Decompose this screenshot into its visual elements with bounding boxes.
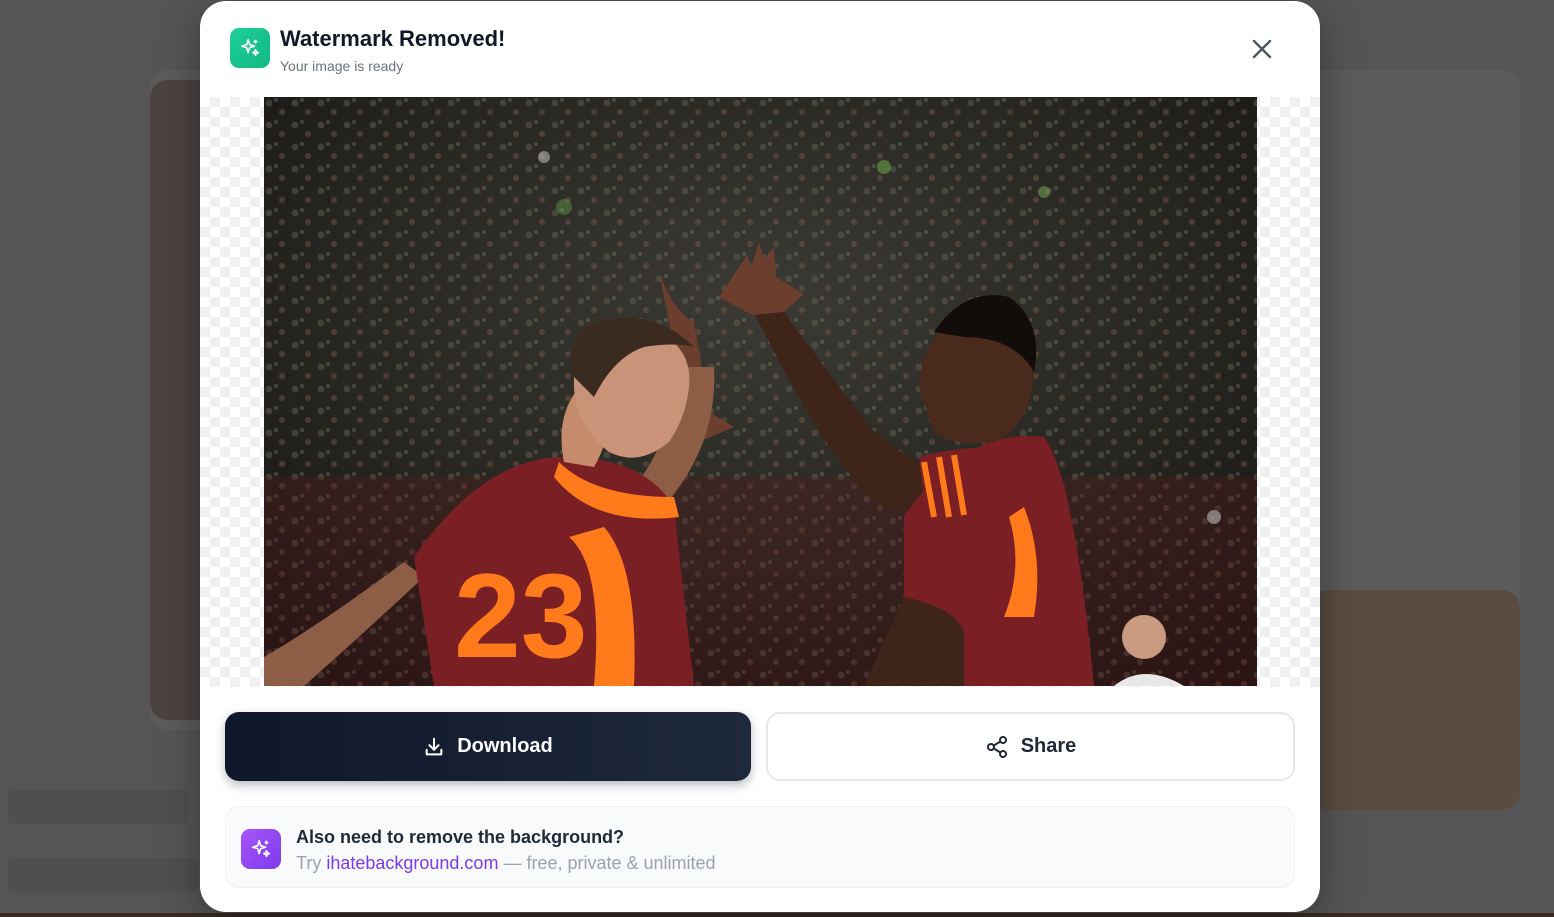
promo-description: Try ihatebackground.com — free, private …	[296, 853, 716, 874]
share-icon	[986, 735, 1007, 758]
background-text-block	[8, 858, 198, 892]
download-icon	[425, 737, 443, 755]
background-text-block	[8, 790, 188, 824]
modal-header: Watermark Removed! Your image is ready	[200, 1, 1320, 97]
share-label: Share	[1020, 735, 1077, 757]
share-button[interactable]: Share	[766, 712, 1295, 781]
sparkles-icon	[230, 28, 270, 68]
promo-title: Also need to remove the background?	[296, 827, 625, 847]
svg-text:23: 23	[454, 549, 587, 683]
sparkles-icon	[241, 829, 281, 869]
promo-prefix: Try	[296, 853, 327, 873]
modal-title: Watermark Removed!	[280, 26, 506, 51]
result-image: 23	[264, 97, 1257, 686]
background-bottom-bar	[0, 913, 1554, 917]
background-removal-promo: Also need to remove the background? Try …	[225, 806, 1295, 888]
close-icon	[1252, 39, 1272, 59]
download-label: Download	[457, 735, 553, 757]
promo-suffix: — free, private & unlimited	[498, 853, 716, 873]
promo-link[interactable]: ihatebackground.com	[326, 853, 498, 873]
result-modal: Watermark Removed! Your image is ready 2…	[200, 1, 1320, 912]
image-preview-area: 23	[200, 97, 1320, 687]
background-thumbnail	[1310, 590, 1520, 810]
close-button[interactable]	[1244, 31, 1280, 67]
modal-subtitle: Your image is ready	[280, 58, 404, 74]
download-button[interactable]: Download	[225, 712, 751, 781]
